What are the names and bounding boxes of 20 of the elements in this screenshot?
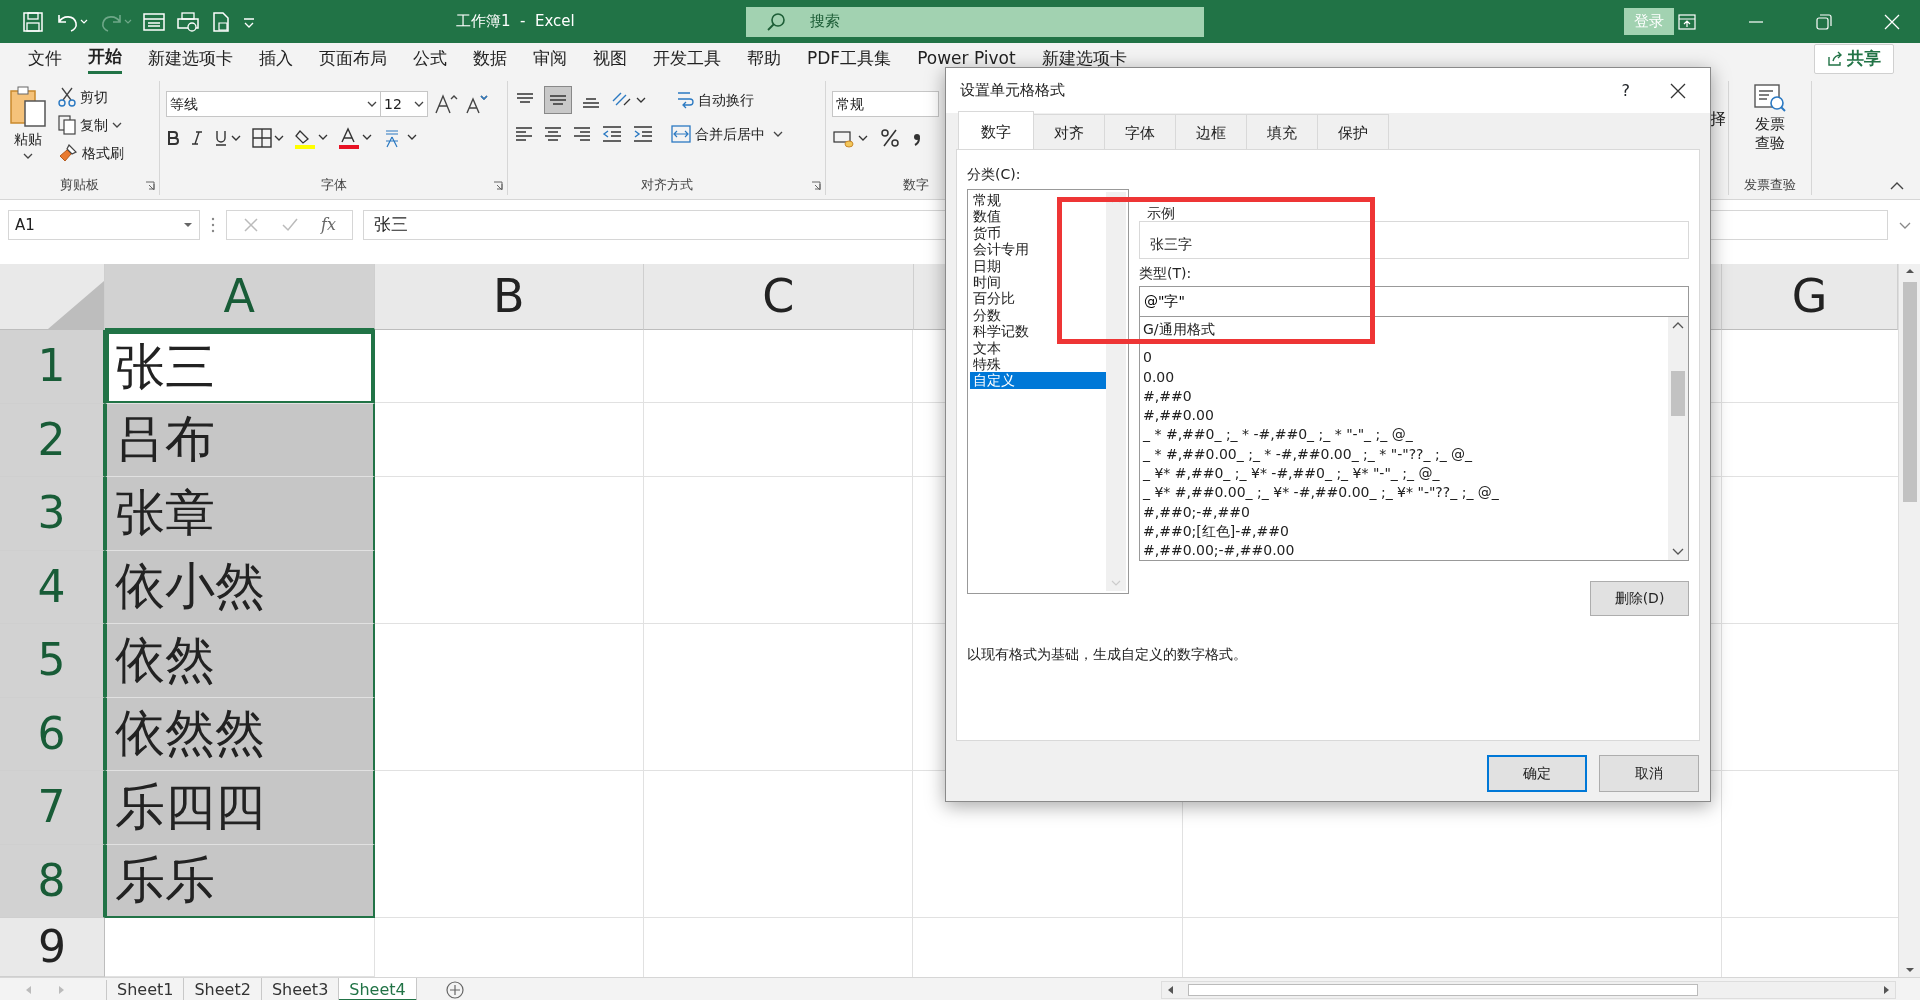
group-label: 对齐方式 (639, 176, 694, 194)
sample-box: 张三字 (1139, 221, 1689, 259)
table-cell: 乐乐 (105, 844, 375, 918)
group-label: 字体 (319, 176, 348, 194)
table-cell: 张三 (105, 330, 375, 404)
group-label: 发票查验 (1743, 176, 1797, 194)
dialog-title: 设置单元格格式 (960, 80, 1065, 102)
category-label: 分类(C): (967, 165, 1022, 184)
table-cell: 吕布 (105, 403, 375, 477)
window-title: 工作簿1 - Excel (456, 11, 576, 33)
type-label: 类型(T): (1139, 264, 1193, 283)
table-cell: 张章 (105, 477, 375, 551)
table-cell: 依然然 (105, 697, 375, 771)
sample-label: 示例 (1146, 205, 1176, 221)
table-cell: 依然 (105, 624, 375, 698)
group-label: 剪贴板 (59, 176, 100, 194)
table-cell: 乐四四 (105, 771, 375, 845)
description-text: 以现有格式为基础，生成自定义的数字格式。 (967, 645, 1248, 664)
table-cell: 依小然 (105, 550, 375, 624)
group-label: 数字 (901, 176, 930, 194)
